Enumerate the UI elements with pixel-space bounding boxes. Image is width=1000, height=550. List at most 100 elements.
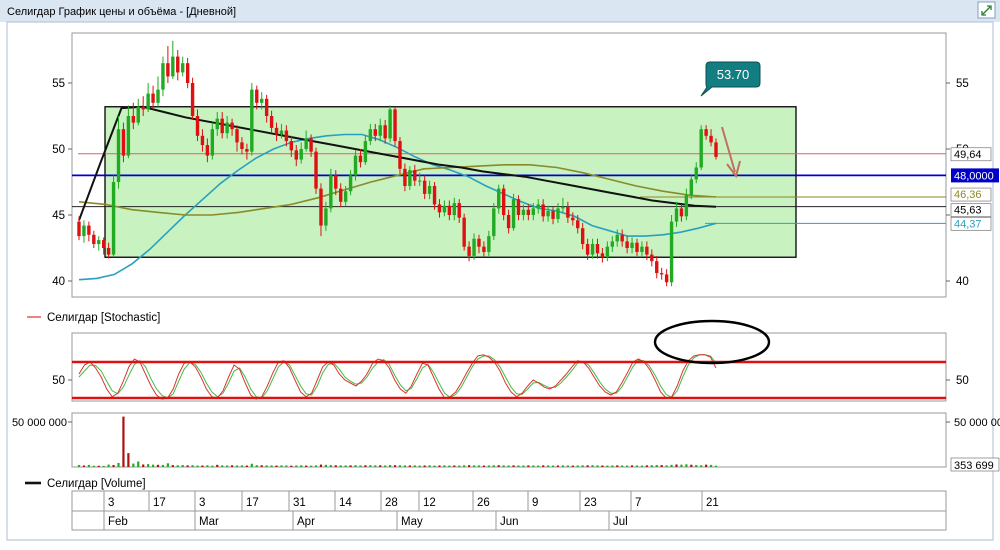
- candle-body: [373, 129, 377, 136]
- volume-bar: [393, 465, 397, 467]
- volume-bar: [665, 465, 668, 467]
- volume-bar: [359, 465, 362, 467]
- candle-body: [151, 93, 155, 103]
- volume-bar: [92, 465, 95, 467]
- candle-body: [156, 89, 160, 103]
- volume-bar: [675, 464, 678, 467]
- candle-body: [299, 149, 303, 160]
- candle-body: [225, 122, 229, 134]
- candle-body: [368, 129, 373, 142]
- vol-ytick-label-right: 50 000 000: [954, 417, 1000, 429]
- candle-body: [166, 63, 170, 77]
- price-level-label: 46,36: [954, 189, 982, 201]
- volume-bar: [290, 465, 293, 467]
- volume-bar: [655, 465, 658, 467]
- volume-plot-area: [71, 412, 947, 468]
- candle-body: [82, 225, 86, 237]
- volume-bar: [606, 465, 609, 467]
- volume-bar: [487, 465, 490, 467]
- x-month-label: Jul: [613, 516, 628, 528]
- price-level-label: 48,0000: [954, 170, 994, 182]
- volume-bar: [250, 463, 253, 467]
- x-day-label: 7: [635, 497, 641, 509]
- volume-bar: [364, 465, 367, 467]
- volume-bar: [122, 416, 125, 467]
- volume-bar: [453, 465, 456, 467]
- volume-bar: [527, 465, 530, 467]
- candle-body: [255, 89, 259, 103]
- candle-body: [689, 179, 694, 196]
- expand-icon[interactable]: [977, 1, 996, 19]
- volume-bar: [581, 465, 584, 467]
- candle-body: [541, 204, 545, 217]
- candle-body: [195, 116, 200, 136]
- volume-bar: [448, 465, 451, 467]
- volume-bar: [369, 465, 372, 467]
- volume-bar: [542, 465, 545, 467]
- volume-bar: [384, 465, 387, 467]
- candle-body: [521, 209, 526, 215]
- candle-body: [294, 150, 298, 160]
- candle-body: [92, 234, 96, 245]
- volume-bar: [156, 464, 160, 467]
- candle-body: [240, 142, 244, 149]
- candle-body: [378, 125, 382, 136]
- candle-body: [403, 168, 407, 186]
- x-month-label: Mar: [199, 516, 219, 528]
- volume-legend: Селигдар [Volume]: [47, 478, 146, 490]
- stoch-plot-area: [71, 332, 947, 402]
- candle-body: [630, 242, 634, 248]
- candle-body: [363, 141, 368, 163]
- candle-body: [432, 185, 437, 205]
- volume-bar: [423, 465, 426, 467]
- window-title: Селигдар График цены и объёма - [Дневной…: [7, 6, 236, 18]
- volume-bar: [295, 465, 298, 467]
- x-day-label: 3: [199, 497, 205, 509]
- candle-body: [679, 208, 684, 217]
- candle-body: [709, 135, 713, 143]
- volume-bar: [685, 464, 688, 467]
- volume-bar: [142, 464, 145, 467]
- volume-bar: [191, 465, 194, 467]
- volume-bar: [87, 464, 90, 467]
- candle-body: [87, 225, 91, 235]
- volume-bar: [117, 462, 120, 467]
- candle-body: [457, 203, 461, 218]
- volume-bar: [502, 465, 505, 467]
- candle-body: [230, 122, 234, 130]
- volume-bar: [132, 463, 135, 467]
- x-day-label: 17: [246, 497, 259, 509]
- volume-bar: [556, 465, 560, 467]
- volume-bar: [522, 465, 525, 467]
- candle-body: [595, 244, 600, 254]
- volume-bar: [561, 465, 565, 467]
- x-day-label: 17: [153, 497, 166, 509]
- candle-body: [635, 242, 639, 252]
- volume-bar: [260, 465, 263, 467]
- candle-body: [190, 83, 195, 116]
- volume-bar: [354, 465, 357, 467]
- volume-bar: [147, 464, 150, 467]
- volume-bar: [547, 465, 550, 467]
- volume-bar: [319, 464, 323, 467]
- candle-body: [615, 234, 619, 242]
- candle-body: [101, 240, 106, 248]
- candle-body: [585, 244, 590, 255]
- volume-bar: [221, 465, 224, 467]
- volume-bar: [551, 465, 555, 467]
- volume-bar: [630, 465, 634, 467]
- candle-body: [620, 234, 624, 242]
- volume-bar: [438, 465, 441, 467]
- volume-bar: [680, 464, 683, 467]
- candle-body: [314, 151, 318, 189]
- x-day-label: 14: [339, 497, 352, 509]
- candle-body: [136, 106, 140, 123]
- x-day-label: 28: [385, 497, 398, 509]
- volume-bar: [468, 465, 471, 467]
- candle-body: [418, 180, 422, 182]
- volume-bar: [517, 465, 520, 467]
- chart-svg: Селигдар График цены и объёма - [Дневной…: [0, 0, 1000, 541]
- candle-body: [121, 129, 126, 156]
- chart-window: Селигдар График цены и объёма - [Дневной…: [0, 0, 1000, 545]
- volume-bar: [413, 465, 416, 467]
